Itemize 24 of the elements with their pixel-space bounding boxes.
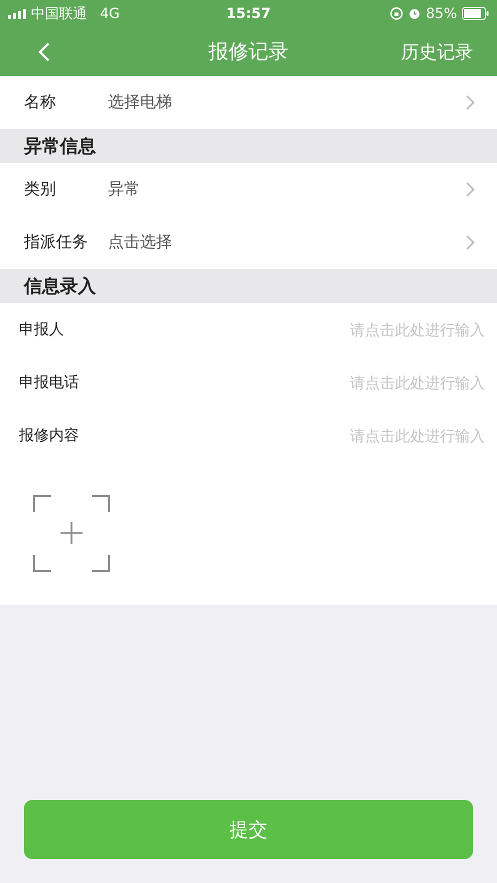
input-field[interactable]: 请点击此处进行输入 [139, 320, 485, 338]
picker-row[interactable]: 指派任务 点击选择 [0, 216, 497, 269]
back-icon[interactable] [38, 42, 50, 62]
add-photo-icon[interactable] [33, 495, 110, 575]
chevron-icon [466, 235, 475, 250]
picker-row[interactable]: 名称 选择电梯 [0, 76, 497, 129]
field-label: 报修内容 [19, 426, 80, 445]
chevron-icon [466, 182, 475, 197]
battery-percent: 85% [426, 6, 458, 22]
carrier-name: 中国联通 [31, 4, 87, 22]
section-title: 异常信息 [24, 135, 96, 158]
chevron-icon [466, 95, 475, 110]
picker-row[interactable]: 类别 异常 [0, 163, 497, 216]
alarm-icon [408, 7, 421, 20]
field-label: 申报电话 [19, 373, 80, 392]
section-title: 信息录入 [24, 275, 96, 298]
battery-icon [462, 7, 490, 20]
input-field[interactable]: 请点击此处进行输入 [139, 426, 485, 444]
page-title: 报修记录 [208, 38, 288, 65]
input-field[interactable]: 请点击此处进行输入 [139, 374, 485, 392]
field-label: 申报人 [19, 320, 65, 339]
signal-icon [8, 8, 26, 18]
clock-time: 15:57 [226, 6, 271, 22]
network-type: 4G [100, 6, 120, 22]
